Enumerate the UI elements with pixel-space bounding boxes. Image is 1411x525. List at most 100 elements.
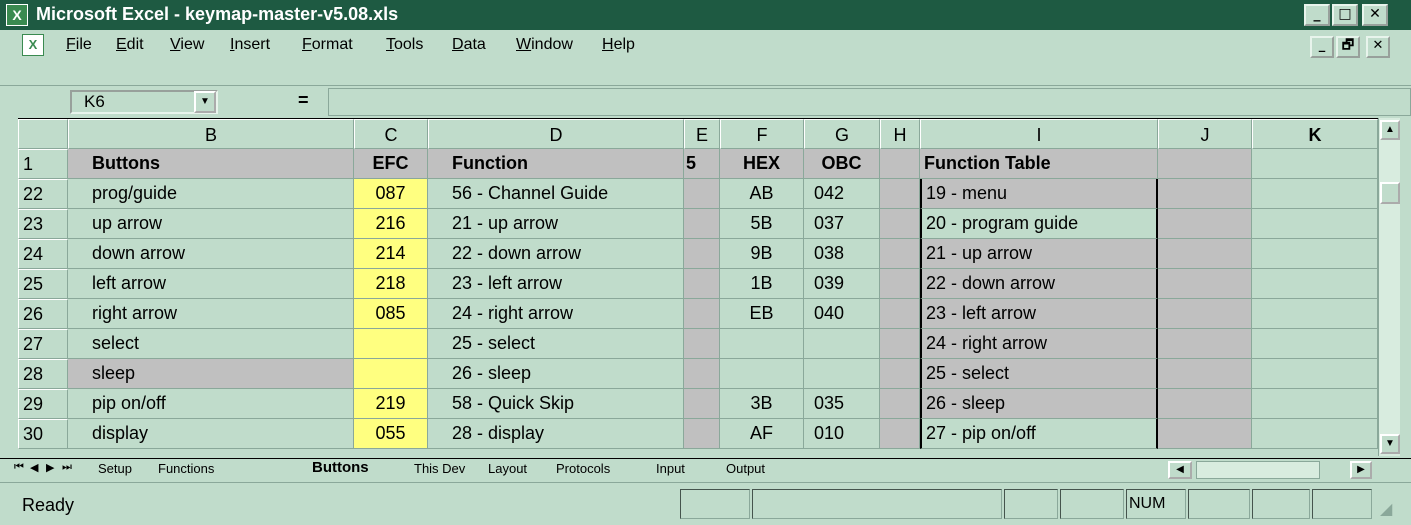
- cell-c[interactable]: 219: [354, 389, 428, 419]
- tab-output[interactable]: Output: [726, 459, 765, 480]
- cell-e[interactable]: [684, 329, 720, 359]
- cell-c[interactable]: [354, 359, 428, 389]
- column-header-d[interactable]: D: [428, 119, 684, 149]
- menu-format[interactable]: Format: [302, 36, 353, 54]
- column-header-h[interactable]: H: [880, 119, 920, 149]
- cell-d[interactable]: 56 - Channel Guide: [428, 179, 684, 209]
- cell-g[interactable]: 039: [804, 269, 880, 299]
- cell-c[interactable]: 214: [354, 239, 428, 269]
- hscroll-right-icon[interactable]: ▶: [1350, 461, 1372, 479]
- row-header[interactable]: 25: [18, 269, 68, 299]
- cell-d[interactable]: 25 - select: [428, 329, 684, 359]
- cell-h[interactable]: [880, 239, 920, 269]
- cell-c[interactable]: 087: [354, 179, 428, 209]
- cell-g[interactable]: 040: [804, 299, 880, 329]
- cell-b[interactable]: select: [68, 329, 354, 359]
- menu-view[interactable]: View: [170, 36, 204, 54]
- doc-close-button[interactable]: ✕: [1366, 36, 1390, 58]
- cell-b[interactable]: right arrow: [68, 299, 354, 329]
- vertical-scrollbar[interactable]: ▲ ▼: [1378, 118, 1400, 456]
- tab-setup[interactable]: Setup: [98, 459, 132, 480]
- column-header-g[interactable]: G: [804, 119, 880, 149]
- doc-restore-button[interactable]: 🗗: [1336, 36, 1360, 58]
- cell-h[interactable]: [880, 359, 920, 389]
- cell-g[interactable]: 042: [804, 179, 880, 209]
- tab-first-icon[interactable]: ⏮: [14, 461, 24, 474]
- cell-i-header[interactable]: Function Table: [920, 149, 1158, 179]
- menu-data[interactable]: Data: [452, 36, 486, 54]
- tab-buttons[interactable]: Buttons: [312, 458, 369, 479]
- cell-e[interactable]: [684, 359, 720, 389]
- close-button[interactable]: ✕: [1362, 4, 1388, 26]
- tab-prev-icon[interactable]: ◀: [30, 461, 38, 474]
- cell-j[interactable]: [1158, 359, 1252, 389]
- column-header-i[interactable]: I: [920, 119, 1158, 149]
- tab-functions[interactable]: Functions: [158, 459, 214, 480]
- cell-k-header[interactable]: [1252, 149, 1378, 179]
- tab-this-dev[interactable]: This Dev: [414, 459, 465, 480]
- cell-d[interactable]: 23 - left arrow: [428, 269, 684, 299]
- cell-h[interactable]: [880, 209, 920, 239]
- cell-e-header[interactable]: 5: [684, 149, 720, 179]
- cell-f[interactable]: [720, 359, 804, 389]
- cell-g[interactable]: [804, 329, 880, 359]
- menu-insert[interactable]: Insert: [230, 36, 270, 54]
- workbook-icon[interactable]: X: [22, 34, 44, 56]
- tab-input[interactable]: Input: [656, 459, 685, 480]
- doc-minimize-button[interactable]: _: [1310, 36, 1334, 58]
- cell-g[interactable]: 010: [804, 419, 880, 449]
- cell-k[interactable]: [1252, 389, 1378, 419]
- cell-h[interactable]: [880, 389, 920, 419]
- cell-e[interactable]: [684, 179, 720, 209]
- cell-e[interactable]: [684, 239, 720, 269]
- cell-f[interactable]: 1B: [720, 269, 804, 299]
- cell-g[interactable]: 035: [804, 389, 880, 419]
- cell-j[interactable]: [1158, 239, 1252, 269]
- cell-f[interactable]: 3B: [720, 389, 804, 419]
- cell-f[interactable]: EB: [720, 299, 804, 329]
- minimize-button[interactable]: _: [1304, 4, 1330, 26]
- row-header[interactable]: 24: [18, 239, 68, 269]
- cell-i[interactable]: 19 - menu: [920, 179, 1158, 209]
- cell-j[interactable]: [1158, 389, 1252, 419]
- cell-c[interactable]: [354, 329, 428, 359]
- row-header[interactable]: 1: [18, 149, 68, 179]
- cell-g[interactable]: 037: [804, 209, 880, 239]
- cell-j[interactable]: [1158, 179, 1252, 209]
- tab-next-icon[interactable]: ▶: [46, 461, 54, 474]
- tab-last-icon[interactable]: ⏭: [62, 461, 72, 474]
- cell-j[interactable]: [1158, 299, 1252, 329]
- cell-f[interactable]: 9B: [720, 239, 804, 269]
- cell-c[interactable]: 055: [354, 419, 428, 449]
- cell-g[interactable]: 038: [804, 239, 880, 269]
- column-header-c[interactable]: C: [354, 119, 428, 149]
- column-header-e[interactable]: E: [684, 119, 720, 149]
- cell-i[interactable]: 21 - up arrow: [920, 239, 1158, 269]
- cell-i[interactable]: 26 - sleep: [920, 389, 1158, 419]
- menu-edit[interactable]: Edit: [116, 36, 144, 54]
- column-header-k[interactable]: K: [1252, 119, 1378, 149]
- cell-i[interactable]: 20 - program guide: [920, 209, 1158, 239]
- cell-e[interactable]: [684, 389, 720, 419]
- menu-tools[interactable]: Tools: [386, 36, 423, 54]
- cell-h[interactable]: [880, 179, 920, 209]
- cell-i[interactable]: 24 - right arrow: [920, 329, 1158, 359]
- row-header[interactable]: 30: [18, 419, 68, 449]
- cell-j[interactable]: [1158, 209, 1252, 239]
- cell-c-header[interactable]: EFC: [354, 149, 428, 179]
- menu-file[interactable]: File: [66, 36, 92, 54]
- row-header[interactable]: 22: [18, 179, 68, 209]
- column-header-j[interactable]: J: [1158, 119, 1252, 149]
- cell-e[interactable]: [684, 299, 720, 329]
- cell-f[interactable]: AF: [720, 419, 804, 449]
- cell-f[interactable]: 5B: [720, 209, 804, 239]
- cell-i[interactable]: 23 - left arrow: [920, 299, 1158, 329]
- cell-k[interactable]: [1252, 359, 1378, 389]
- menu-help[interactable]: Help: [602, 36, 635, 54]
- cell-d[interactable]: 24 - right arrow: [428, 299, 684, 329]
- horizontal-scrollbar[interactable]: [1196, 461, 1320, 479]
- cell-b[interactable]: left arrow: [68, 269, 354, 299]
- cell-g[interactable]: [804, 359, 880, 389]
- cell-h[interactable]: [880, 269, 920, 299]
- cell-b[interactable]: up arrow: [68, 209, 354, 239]
